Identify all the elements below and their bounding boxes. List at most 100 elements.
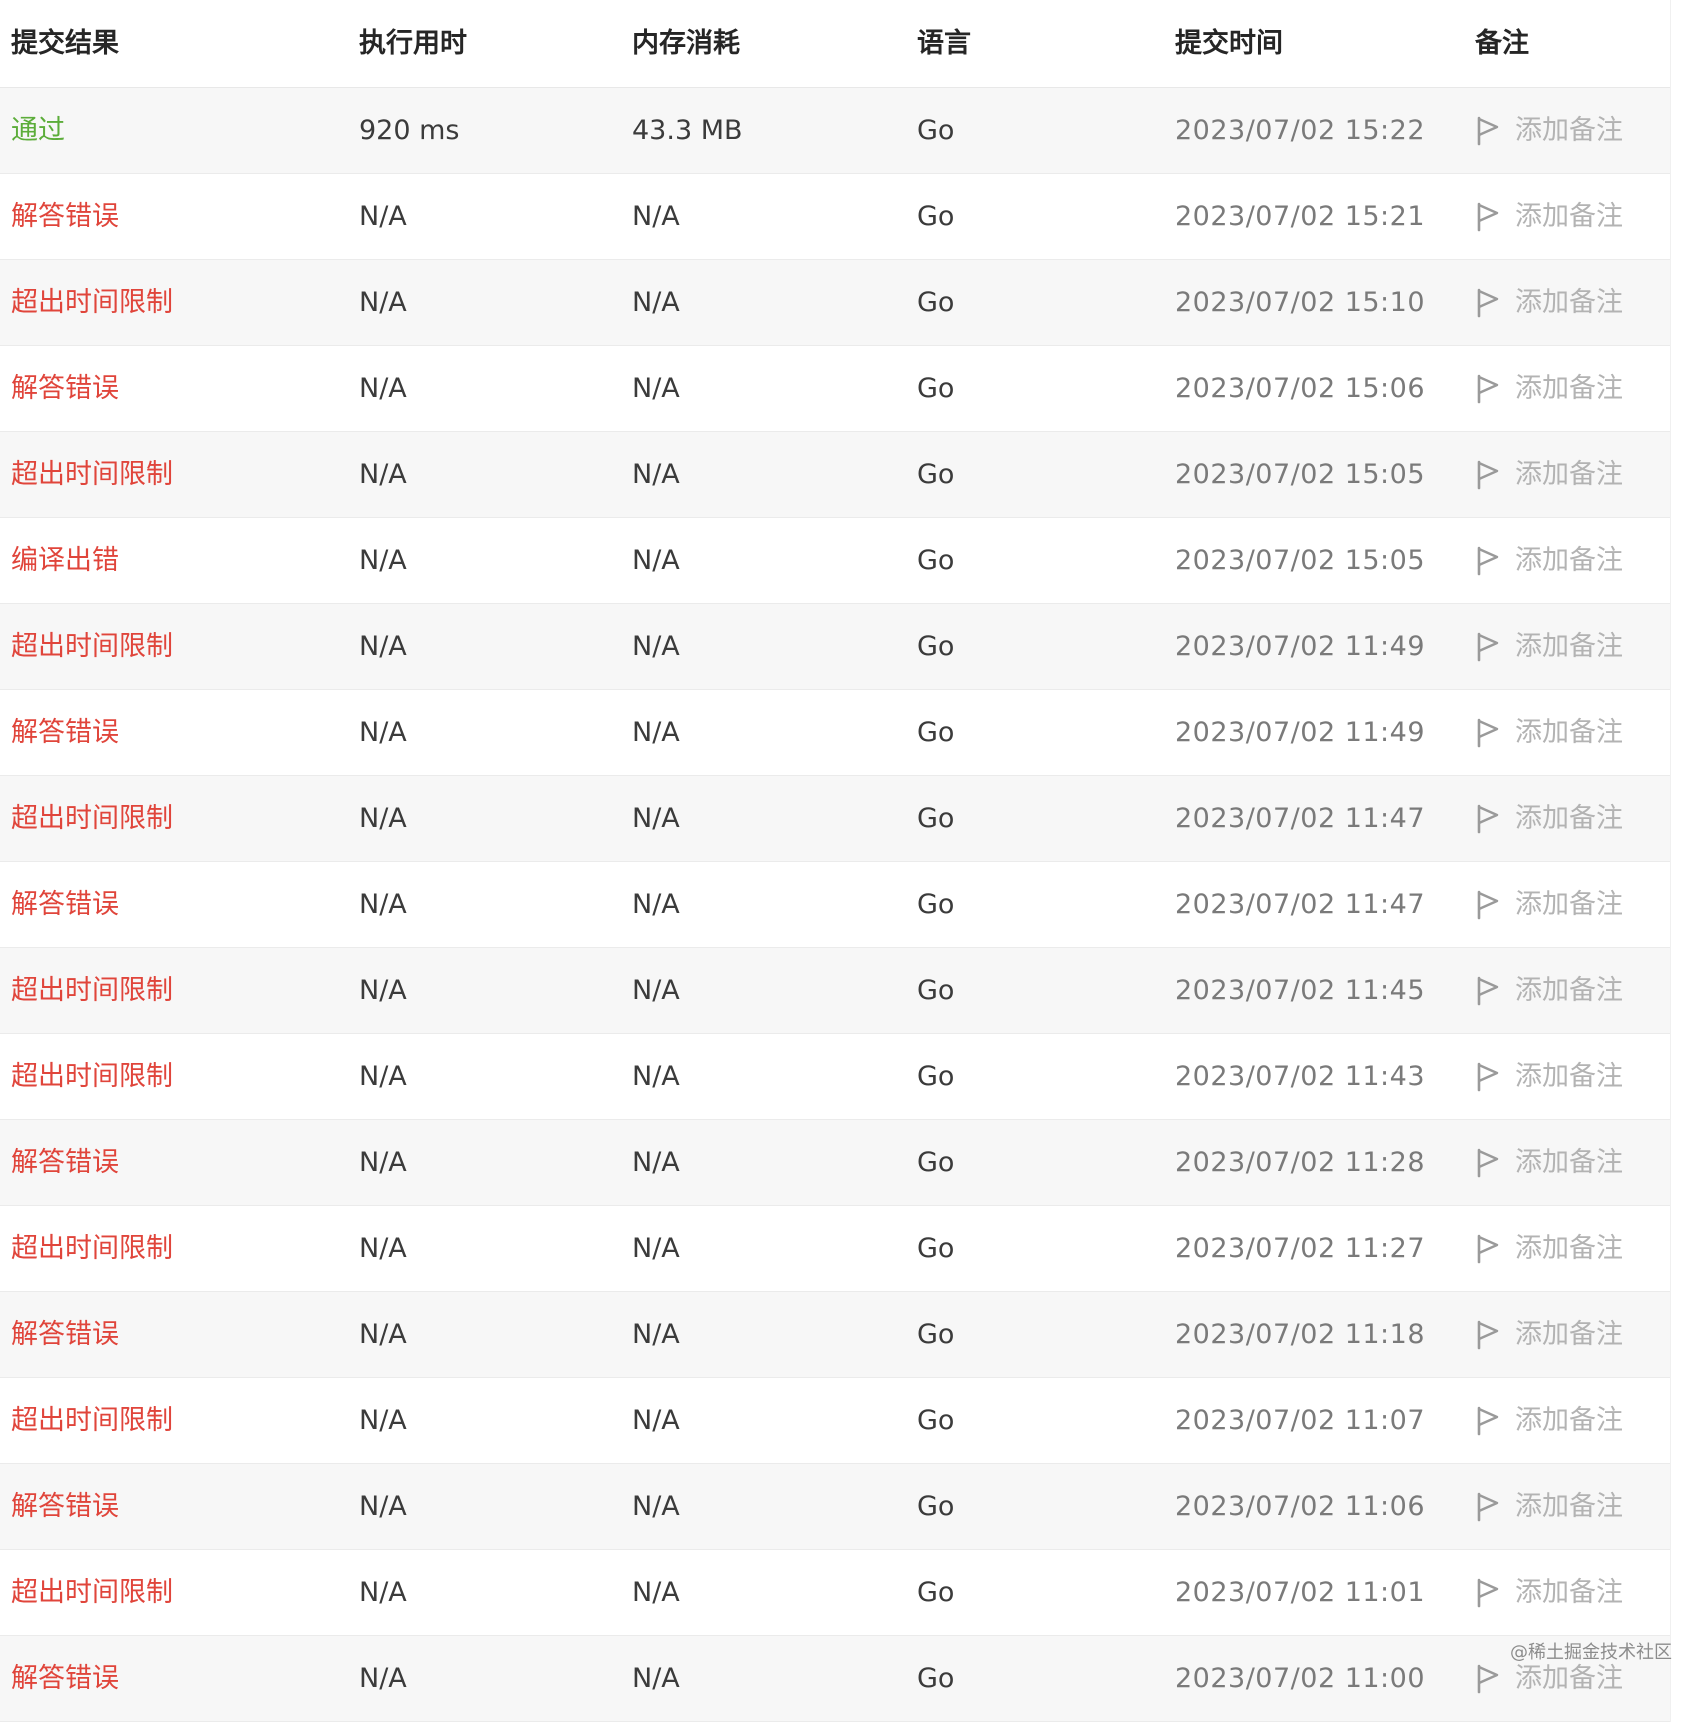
table-row: 解答错误 N/A N/A Go 2023/07/02 11:49 添加备注 [0,690,1670,776]
language: Go [917,1061,955,1092]
header-language[interactable]: 语言 [917,30,971,57]
result-link[interactable]: 超出时间限制 [11,633,173,660]
flag-icon [1477,632,1499,661]
add-note-button[interactable]: 添加备注 [1475,718,1623,748]
exec-time: N/A [359,631,407,662]
add-note-button[interactable]: 添加备注 [1475,804,1623,834]
flag-icon [1477,1664,1499,1693]
submit-time: 2023/07/02 11:27 [1175,1233,1426,1264]
add-note-label: 添加备注 [1515,803,1623,834]
add-note-label: 添加备注 [1515,1577,1623,1608]
submissions-table: 提交结果 执行用时 内存消耗 语言 提交时间 备注 通过 920 ms 43.3… [0,0,1671,1722]
result-link[interactable]: 超出时间限制 [11,1579,173,1606]
flag-icon [1477,890,1499,919]
add-note-label: 添加备注 [1515,1233,1623,1264]
submit-time: 2023/07/02 11:47 [1175,803,1426,834]
table-row: 超出时间限制 N/A N/A Go 2023/07/02 11:45 添加备注 [0,948,1670,1034]
add-note-button[interactable]: 添加备注 [1475,116,1623,146]
language: Go [917,1405,955,1436]
result-link[interactable]: 通过 [11,117,65,144]
exec-time: N/A [359,1147,407,1178]
exec-time: N/A [359,459,407,490]
result-link[interactable]: 解答错误 [11,891,119,918]
header-note: 备注 [1475,28,1529,59]
flag-icon [1477,202,1499,231]
result-link[interactable]: 解答错误 [11,1493,119,1520]
add-note-button[interactable]: 添加备注 [1475,1320,1623,1350]
table-row: 解答错误 N/A N/A Go 2023/07/02 11:28 添加备注 [0,1120,1670,1206]
add-note-button[interactable]: 添加备注 [1475,1234,1623,1264]
add-note-button[interactable]: 添加备注 [1475,460,1623,490]
add-note-button[interactable]: 添加备注 [1475,202,1623,232]
add-note-button[interactable]: 添加备注 [1475,632,1623,662]
add-note-button[interactable]: 添加备注 [1475,374,1623,404]
language: Go [917,1663,955,1694]
flag-icon [1477,1320,1499,1349]
result-link[interactable]: 解答错误 [11,1665,119,1692]
table-row: 解答错误 N/A N/A Go 2023/07/02 11:00 添加备注 [0,1636,1670,1722]
add-note-button[interactable]: 添加备注 [1475,1148,1623,1178]
header-exec-time[interactable]: 执行用时 [359,30,467,57]
add-note-button[interactable]: 添加备注 [1475,288,1623,318]
watermark: @稀土掘金技术社区 [1510,1642,1672,1663]
exec-time: N/A [359,975,407,1006]
submit-time: 2023/07/02 11:18 [1175,1319,1426,1350]
table-row: 超出时间限制 N/A N/A Go 2023/07/02 15:05 添加备注 [0,432,1670,518]
add-note-button[interactable]: 添加备注 [1475,890,1623,920]
result-link[interactable]: 解答错误 [11,1321,119,1348]
exec-time: N/A [359,201,407,232]
add-note-button[interactable]: 添加备注 [1475,1664,1623,1694]
result-link[interactable]: 超出时间限制 [11,1407,173,1434]
add-note-label: 添加备注 [1515,373,1623,404]
header-result[interactable]: 提交结果 [11,30,119,57]
table-row: 解答错误 N/A N/A Go 2023/07/02 11:18 添加备注 [0,1292,1670,1378]
flag-icon [1477,1492,1499,1521]
exec-time: N/A [359,1577,407,1608]
add-note-label: 添加备注 [1515,1491,1623,1522]
add-note-label: 添加备注 [1515,1147,1623,1178]
submit-time: 2023/07/02 15:22 [1175,115,1426,146]
add-note-button[interactable]: 添加备注 [1475,976,1623,1006]
exec-time: N/A [359,1491,407,1522]
flag-icon [1477,460,1499,489]
result-link[interactable]: 解答错误 [11,203,119,230]
result-link[interactable]: 超出时间限制 [11,977,173,1004]
add-note-button[interactable]: 添加备注 [1475,546,1623,576]
result-link[interactable]: 超出时间限制 [11,1063,173,1090]
add-note-label: 添加备注 [1515,1319,1623,1350]
submit-time: 2023/07/02 11:49 [1175,631,1426,662]
add-note-button[interactable]: 添加备注 [1475,1578,1623,1608]
result-link[interactable]: 解答错误 [11,1149,119,1176]
result-link[interactable]: 超出时间限制 [11,1235,173,1262]
header-submit-time[interactable]: 提交时间 [1175,30,1283,57]
add-note-label: 添加备注 [1515,1061,1623,1092]
language: Go [917,1147,955,1178]
flag-icon [1477,116,1499,145]
memory-usage: N/A [632,717,680,748]
memory-usage: N/A [632,1233,680,1264]
memory-usage: N/A [632,1491,680,1522]
add-note-label: 添加备注 [1515,545,1623,576]
add-note-button[interactable]: 添加备注 [1475,1406,1623,1436]
result-link[interactable]: 解答错误 [11,375,119,402]
language: Go [917,201,955,232]
add-note-button[interactable]: 添加备注 [1475,1492,1623,1522]
memory-usage: N/A [632,201,680,232]
table-row: 解答错误 N/A N/A Go 2023/07/02 15:21 添加备注 [0,174,1670,260]
language: Go [917,1577,955,1608]
exec-time: N/A [359,1061,407,1092]
result-link[interactable]: 超出时间限制 [11,461,173,488]
header-memory[interactable]: 内存消耗 [632,30,740,57]
result-link[interactable]: 编译出错 [11,547,119,574]
memory-usage: N/A [632,459,680,490]
language: Go [917,975,955,1006]
submit-time: 2023/07/02 11:43 [1175,1061,1426,1092]
flag-icon [1477,546,1499,575]
table-row: 超出时间限制 N/A N/A Go 2023/07/02 11:43 添加备注 [0,1034,1670,1120]
result-link[interactable]: 超出时间限制 [11,289,173,316]
result-link[interactable]: 解答错误 [11,719,119,746]
add-note-button[interactable]: 添加备注 [1475,1062,1623,1092]
add-note-label: 添加备注 [1515,459,1623,490]
result-link[interactable]: 超出时间限制 [11,805,173,832]
exec-time: N/A [359,373,407,404]
